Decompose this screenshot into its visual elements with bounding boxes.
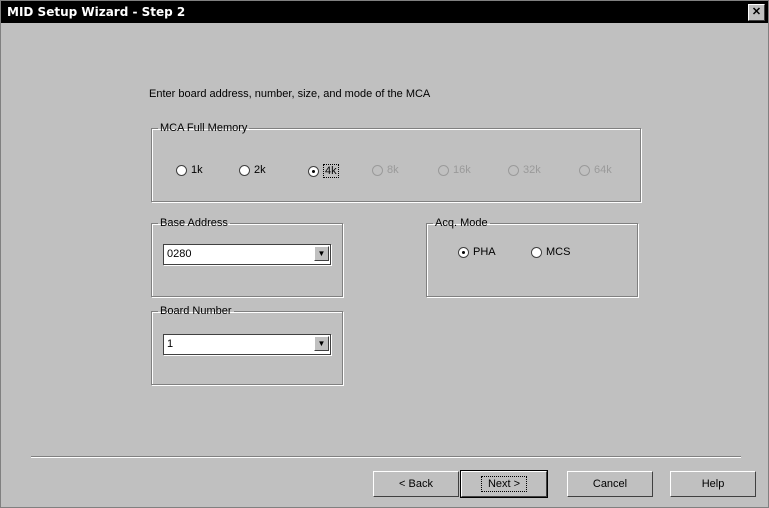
help-button-label: Help — [701, 478, 725, 490]
board-number-value: 1 — [167, 338, 174, 350]
memory-option-label: 2k — [254, 164, 266, 176]
back-button[interactable]: < Back — [373, 471, 459, 497]
memory-option-8k[interactable]: 8k — [372, 164, 399, 176]
memory-option-label: 8k — [387, 164, 399, 176]
radio-button-icon[interactable] — [531, 246, 542, 258]
memory-option-label: 1k — [191, 164, 203, 176]
button-separator — [31, 456, 741, 458]
radio-button-icon[interactable] — [579, 164, 590, 176]
memory-option-label: 16k — [453, 164, 471, 176]
base-address-combobox[interactable]: 0280 ▼ — [163, 244, 331, 265]
radio-button-icon[interactable] — [239, 164, 250, 176]
radio-button-selected-icon[interactable] — [458, 246, 469, 258]
memory-option-16k[interactable]: 16k — [438, 164, 471, 176]
next-button[interactable]: Next > — [460, 470, 548, 498]
memory-option-label: 32k — [523, 164, 541, 176]
radio-button-icon[interactable] — [372, 164, 383, 176]
title-bar[interactable]: MID Setup Wizard - Step 2 ✕ — [1, 1, 768, 23]
acq-mode-option-label: MCS — [546, 246, 571, 258]
memory-option-1k[interactable]: 1k — [176, 164, 203, 176]
acq-mode-legend: Acq. Mode — [435, 217, 488, 229]
memory-option-64k[interactable]: 64k — [579, 164, 612, 176]
board-number-combobox[interactable]: 1 ▼ — [163, 334, 331, 355]
cancel-button[interactable]: Cancel — [567, 471, 653, 497]
radio-button-icon[interactable] — [438, 164, 449, 176]
radio-button-icon[interactable] — [176, 164, 187, 176]
base-address-legend: Base Address — [160, 217, 228, 229]
mca-full-memory-legend: MCA Full Memory — [160, 122, 248, 134]
window-title: MID Setup Wizard - Step 2 — [7, 5, 186, 19]
acq-mode-option-pha[interactable]: PHA — [458, 246, 496, 258]
memory-option-4k[interactable]: 4k — [308, 164, 339, 178]
help-button[interactable]: Help — [670, 471, 756, 497]
back-button-label: < Back — [399, 478, 433, 490]
acq-mode-option-label: PHA — [473, 246, 496, 258]
radio-button-icon[interactable] — [508, 164, 519, 176]
mca-full-memory-group: MCA Full Memory — [151, 122, 641, 202]
cancel-button-label: Cancel — [592, 478, 628, 490]
acq-mode-option-mcs[interactable]: MCS — [531, 246, 570, 258]
close-button[interactable]: ✕ — [748, 4, 765, 21]
next-button-label: Next > — [480, 476, 528, 492]
instruction-text: Enter board address, number, size, and m… — [149, 88, 431, 100]
board-number-legend: Board Number — [160, 305, 232, 317]
chevron-down-icon[interactable]: ▼ — [314, 336, 329, 351]
base-address-value: 0280 — [167, 248, 192, 260]
setup-wizard-window: MID Setup Wizard - Step 2 ✕ Enter board … — [0, 0, 769, 508]
chevron-down-icon[interactable]: ▼ — [314, 246, 329, 261]
memory-option-label: 4k — [323, 164, 339, 178]
memory-option-label: 64k — [594, 164, 612, 176]
memory-option-32k[interactable]: 32k — [508, 164, 541, 176]
radio-button-selected-icon[interactable] — [308, 165, 319, 177]
memory-option-2k[interactable]: 2k — [239, 164, 266, 176]
